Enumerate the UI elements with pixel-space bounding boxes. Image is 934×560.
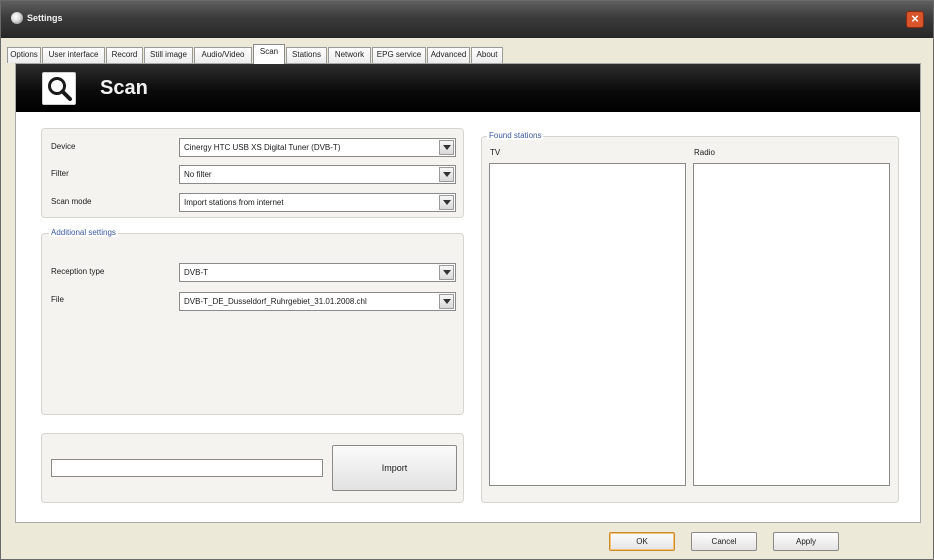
tab-record[interactable]: Record [106, 47, 143, 63]
tab-audio-video[interactable]: Audio/Video [194, 47, 252, 63]
additional-settings-panel [41, 233, 464, 415]
radio-station-list[interactable] [693, 163, 890, 486]
file-select[interactable]: DVB-T_DE_Dusseldorf_Ruhrgebiet_31.01.200… [179, 292, 456, 311]
app-icon [11, 12, 23, 24]
tab-user-interface[interactable]: User interface [42, 47, 105, 63]
tab-stations[interactable]: Stations [286, 47, 327, 63]
tab-scan[interactable]: Scan [253, 44, 285, 64]
scan-mode-label: Scan mode [51, 197, 92, 206]
tab-epg-service[interactable]: EPG service [372, 47, 426, 63]
chevron-down-icon[interactable] [439, 195, 454, 210]
cancel-button[interactable]: Cancel [691, 532, 757, 551]
tab-network[interactable]: Network [328, 47, 371, 63]
chevron-down-icon[interactable] [439, 294, 454, 309]
radio-label: Radio [694, 148, 715, 157]
tab-about[interactable]: About [471, 47, 503, 63]
page-banner: Scan [16, 64, 920, 112]
file-label: File [51, 295, 64, 304]
apply-button[interactable]: Apply [773, 532, 839, 551]
found-stations-label: Found stations [487, 131, 544, 140]
scan-mode-select[interactable]: Import stations from internet [179, 193, 456, 212]
device-label: Device [51, 142, 76, 151]
filter-label: Filter [51, 169, 69, 178]
reception-type-select[interactable]: DVB-T [179, 263, 456, 282]
window-title: Settings [27, 13, 63, 23]
chevron-down-icon[interactable] [439, 140, 454, 155]
reception-type-label: Reception type [51, 267, 105, 276]
chevron-down-icon[interactable] [439, 167, 454, 182]
tab-options[interactable]: Options [7, 47, 41, 63]
import-button[interactable]: Import [332, 445, 457, 491]
tab-still-image[interactable]: Still image [144, 47, 193, 63]
device-select[interactable]: Cinergy HTC USB XS Digital Tuner (DVB-T) [179, 138, 456, 157]
tv-label: TV [490, 148, 501, 157]
import-progress-bar [51, 459, 323, 477]
chevron-down-icon[interactable] [439, 265, 454, 280]
title-bar[interactable]: Settings × [1, 1, 933, 38]
ok-button[interactable]: OK [609, 532, 675, 551]
filter-select[interactable]: No filter [179, 165, 456, 184]
settings-window: Settings × Options User interface Record… [0, 0, 934, 560]
page-title: Scan [100, 77, 148, 99]
search-icon [42, 72, 76, 105]
close-button[interactable]: × [906, 11, 924, 28]
additional-settings-label: Additional settings [49, 228, 118, 237]
tab-advanced[interactable]: Advanced [427, 47, 470, 63]
tv-station-list[interactable] [489, 163, 686, 486]
